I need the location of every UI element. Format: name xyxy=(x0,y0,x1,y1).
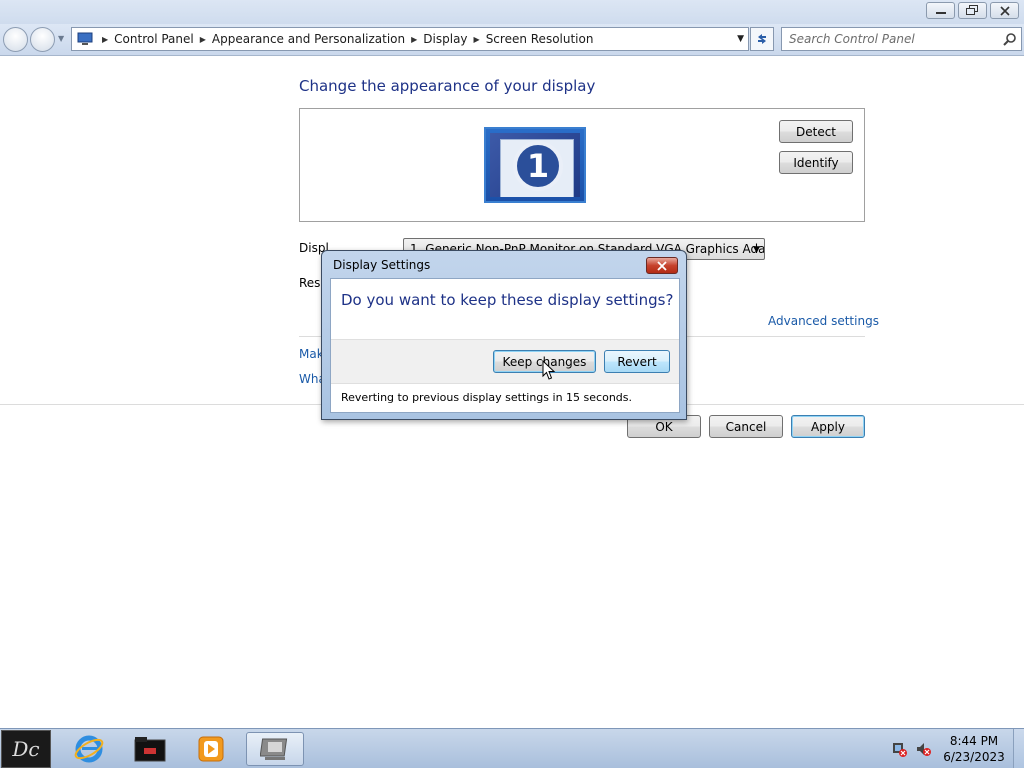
search-input[interactable] xyxy=(789,29,999,49)
monitor-number: 1 xyxy=(513,141,563,191)
breadcrumb-display[interactable]: Display xyxy=(423,32,467,46)
chevron-down-icon: ▼ xyxy=(753,245,760,255)
chevron-down-icon[interactable]: ▼ xyxy=(737,34,744,44)
apply-button[interactable]: Apply xyxy=(791,415,865,438)
clock-time: 8:44 PM xyxy=(949,734,999,748)
volume-muted-icon[interactable] xyxy=(914,741,932,757)
close-icon xyxy=(999,5,1010,16)
dialog-button-bar: Keep changes Revert xyxy=(331,339,679,384)
clock-date: 6/23/2023 xyxy=(943,750,1005,764)
cancel-button[interactable]: Cancel xyxy=(709,415,783,438)
system-clock[interactable]: 8:44 PM 6/23/2023 xyxy=(942,733,1006,765)
forward-button[interactable] xyxy=(30,27,55,52)
control-panel-icon xyxy=(74,28,96,50)
media-player-icon[interactable] xyxy=(184,732,238,766)
monitor-screen: 1 xyxy=(490,133,580,197)
show-desktop-button[interactable] xyxy=(1013,729,1024,768)
breadcrumb-screen-resolution[interactable]: Screen Resolution xyxy=(486,32,594,46)
monitor-1-thumbnail[interactable]: 1 xyxy=(484,127,586,203)
minimize-icon xyxy=(935,11,946,14)
breadcrumb-appearance[interactable]: Appearance and Personalization xyxy=(212,32,405,46)
refresh-icon xyxy=(758,34,766,44)
control-panel-icon xyxy=(260,738,288,760)
control-panel-taskbar-button[interactable] xyxy=(246,732,304,766)
recent-pages-dropdown[interactable]: ▼ xyxy=(58,34,68,44)
dialog-body: Do you want to keep these display settin… xyxy=(330,278,680,413)
dialog-question: Do you want to keep these display settin… xyxy=(341,291,674,309)
chevron-right-icon[interactable]: ▶ xyxy=(411,35,417,44)
revert-button[interactable]: Revert xyxy=(604,350,670,373)
close-button[interactable] xyxy=(990,2,1019,19)
navigation-bar: ▼ ▶ Control Panel ▶ Appearance and Perso… xyxy=(0,24,1024,56)
mouse-cursor-icon xyxy=(542,360,556,380)
search-icon[interactable] xyxy=(1003,32,1017,49)
chevron-right-icon[interactable]: ▶ xyxy=(200,35,206,44)
make-text-larger-link[interactable]: Mak xyxy=(299,347,324,361)
refresh-button[interactable] xyxy=(750,27,774,51)
start-button[interactable]: Dc xyxy=(1,730,51,768)
back-button[interactable] xyxy=(3,27,28,52)
windows-explorer-icon[interactable] xyxy=(123,732,177,766)
close-icon xyxy=(657,260,667,271)
restore-icon xyxy=(966,5,978,15)
chevron-right-icon: ▶ xyxy=(102,34,109,44)
breadcrumb-control-panel[interactable]: Control Panel xyxy=(114,32,194,46)
display-settings-dialog: Display Settings Do you want to keep the… xyxy=(321,250,687,420)
advanced-settings-link[interactable]: Advanced settings xyxy=(768,314,879,328)
revert-countdown-text: Reverting to previous display settings i… xyxy=(341,391,632,404)
window-caption xyxy=(0,0,1024,24)
taskbar: Dc 8:44 PM 6/23/2023 xyxy=(0,728,1024,768)
identify-button[interactable]: Identify xyxy=(779,151,853,174)
network-icon[interactable] xyxy=(890,741,908,757)
maximize-button[interactable] xyxy=(958,2,987,19)
dialog-close-button[interactable] xyxy=(646,257,678,274)
dialog-title: Display Settings xyxy=(333,258,431,272)
page-title: Change the appearance of your display xyxy=(299,77,596,95)
minimize-button[interactable] xyxy=(926,2,955,19)
search-box[interactable] xyxy=(781,27,1022,51)
internet-explorer-icon[interactable] xyxy=(62,732,116,766)
detect-button[interactable]: Detect xyxy=(779,120,853,143)
chevron-right-icon[interactable]: ▶ xyxy=(474,35,480,44)
address-bar[interactable]: ▶ Control Panel ▶ Appearance and Persona… xyxy=(71,27,749,51)
